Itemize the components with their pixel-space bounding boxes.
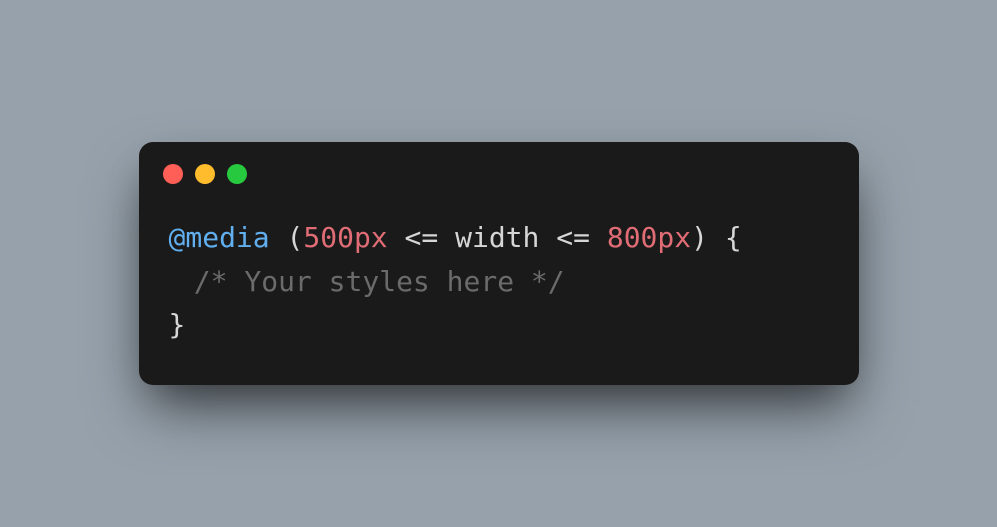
minimize-icon[interactable] [195,164,215,184]
paren-close: ) [691,221,708,254]
code-value: 800px [607,221,691,254]
operator: <= [405,221,439,254]
paren-open: ( [287,221,304,254]
code-window: @media (500px <= width <= 800px) { /* Yo… [139,142,859,384]
code-comment: /* Your styles here */ [194,265,565,298]
code-value: 500px [303,221,387,254]
operator: <= [556,221,590,254]
identifier: width [455,221,539,254]
window-titlebar [139,142,859,194]
at-rule-keyword: @media [169,221,270,254]
brace-open: { [725,221,742,254]
brace-close: } [169,308,186,341]
maximize-icon[interactable] [227,164,247,184]
code-block: @media (500px <= width <= 800px) { /* Yo… [139,194,859,384]
close-icon[interactable] [163,164,183,184]
